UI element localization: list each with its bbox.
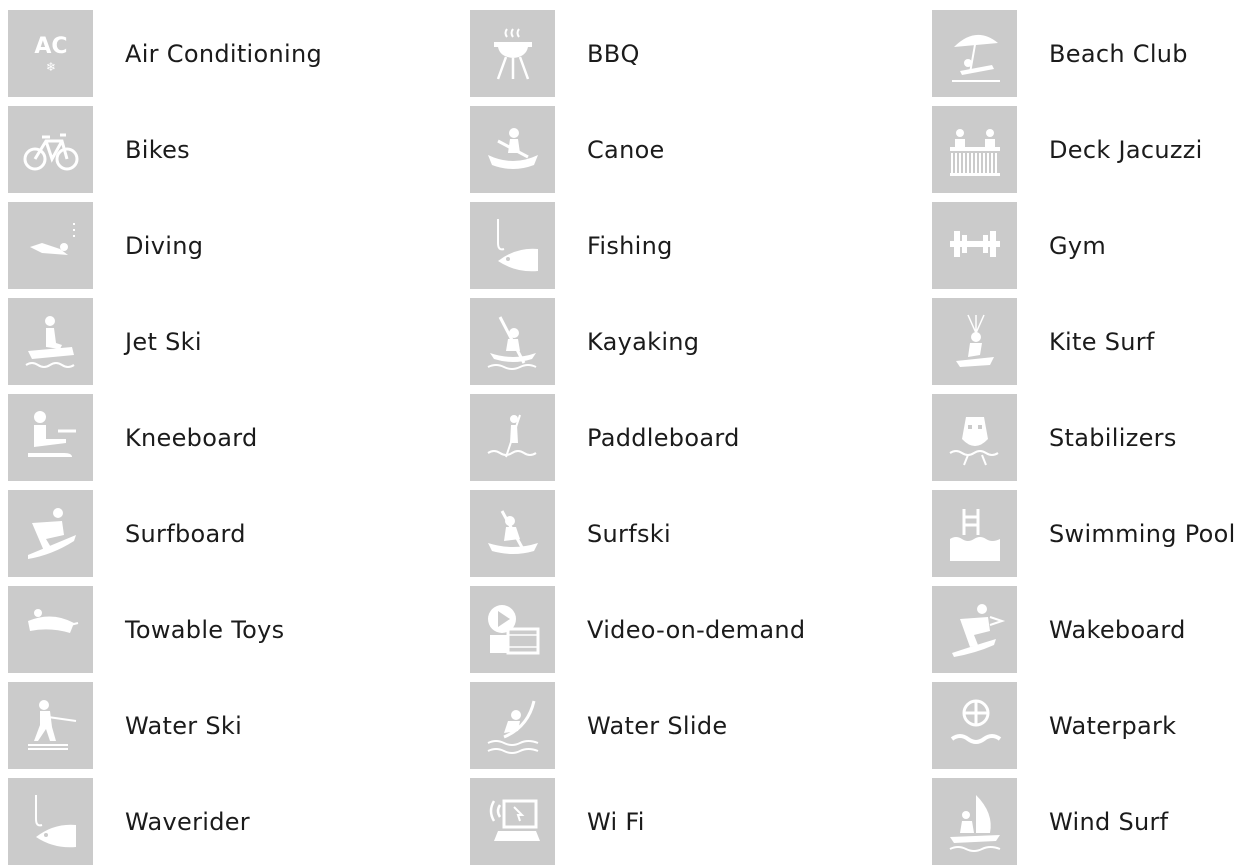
amenity-item-stabilizers: Stabilizers [932, 394, 1260, 481]
amenity-item-surfboard: Surfboard [8, 490, 428, 577]
amenity-label: Wakeboard [1049, 615, 1186, 644]
waterpark-icon [932, 682, 1017, 769]
amenity-label: Kayaking [587, 327, 700, 356]
wakeboard-icon [932, 586, 1017, 673]
amenity-label: Swimming Pool [1049, 519, 1236, 548]
amenity-label: Wind Surf [1049, 807, 1169, 836]
svg-text:AC: AC [34, 34, 67, 59]
amenity-item-kite-surf: Kite Surf [932, 298, 1260, 385]
air-conditioning-icon: AC ❄ [8, 10, 93, 97]
amenity-label: Stabilizers [1049, 423, 1177, 452]
amenity-item-bikes: Bikes [8, 106, 428, 193]
amenity-item-kneeboard: Kneeboard [8, 394, 428, 481]
amenity-label: Kneeboard [125, 423, 258, 452]
amenity-item-bbq: BBQ [470, 10, 890, 97]
beach-club-icon [932, 10, 1017, 97]
bike-icon [8, 106, 93, 193]
amenity-item-kayaking: Kayaking [470, 298, 890, 385]
towable-toys-icon [8, 586, 93, 673]
amenity-item-water-ski: Water Ski [8, 682, 428, 769]
amenity-item-video-on-demand: Video-on-demand [470, 586, 890, 673]
diving-icon [8, 202, 93, 289]
amenity-item-canoe: Canoe [470, 106, 890, 193]
amenity-label: Canoe [587, 135, 665, 164]
swimming-pool-icon [932, 490, 1017, 577]
amenity-label: Gym [1049, 231, 1107, 260]
kite-surf-icon [932, 298, 1017, 385]
jet-ski-icon [8, 298, 93, 385]
amenity-label: Towable Toys [125, 615, 285, 644]
amenity-label: Wi Fi [587, 807, 645, 836]
amenity-item-fishing: Fishing [470, 202, 890, 289]
amenities-grid: AC ❄ Air Conditioning BBQ Beach Club Bikes Can… [8, 10, 1260, 865]
canoe-icon [470, 106, 555, 193]
amenity-label: Kite Surf [1049, 327, 1155, 356]
amenity-label: Jet Ski [125, 327, 202, 356]
amenity-item-surfski: Surfski [470, 490, 890, 577]
amenity-item-wakeboard: Wakeboard [932, 586, 1260, 673]
amenity-item-water-slide: Water Slide [470, 682, 890, 769]
amenity-item-wi-fi: Wi Fi [470, 778, 890, 865]
amenity-label: Diving [125, 231, 204, 260]
water-slide-icon [470, 682, 555, 769]
bbq-icon [470, 10, 555, 97]
fishing-icon [470, 202, 555, 289]
amenity-label: Waverider [125, 807, 250, 836]
amenity-item-waterpark: Waterpark [932, 682, 1260, 769]
amenity-label: Air Conditioning [125, 39, 323, 68]
wifi-icon [470, 778, 555, 865]
amenity-label: Waterpark [1049, 711, 1177, 740]
water-ski-icon [8, 682, 93, 769]
amenity-item-towable-toys: Towable Toys [8, 586, 428, 673]
svg-text:❄: ❄ [45, 60, 55, 74]
amenity-label: Beach Club [1049, 39, 1188, 68]
paddleboard-icon [470, 394, 555, 481]
video-on-demand-icon [470, 586, 555, 673]
surfski-icon [470, 490, 555, 577]
amenity-label: Fishing [587, 231, 673, 260]
stabilizers-icon [932, 394, 1017, 481]
kneeboard-icon [8, 394, 93, 481]
amenity-label: Paddleboard [587, 423, 740, 452]
amenity-item-air-conditioning: AC ❄ Air Conditioning [8, 10, 428, 97]
amenity-item-gym: Gym [932, 202, 1260, 289]
amenity-item-beach-club: Beach Club [932, 10, 1260, 97]
amenity-item-swimming-pool: Swimming Pool [932, 490, 1260, 577]
amenity-item-wind-surf: Wind Surf [932, 778, 1260, 865]
amenity-label: Water Ski [125, 711, 243, 740]
amenity-label: Video-on-demand [587, 615, 806, 644]
surfboard-icon [8, 490, 93, 577]
amenity-label: Bikes [125, 135, 190, 164]
amenity-label: Water Slide [587, 711, 728, 740]
amenity-item-paddleboard: Paddleboard [470, 394, 890, 481]
amenity-label: Deck Jacuzzi [1049, 135, 1203, 164]
amenity-label: Surfski [587, 519, 671, 548]
gym-icon [932, 202, 1017, 289]
amenity-item-diving: Diving [8, 202, 428, 289]
waverider-icon [8, 778, 93, 865]
amenity-item-deck-jacuzzi: Deck Jacuzzi [932, 106, 1260, 193]
amenity-item-waverider: Waverider [8, 778, 428, 865]
wind-surf-icon [932, 778, 1017, 865]
amenity-label: BBQ [587, 39, 640, 68]
amenity-label: Surfboard [125, 519, 246, 548]
kayaking-icon [470, 298, 555, 385]
amenity-item-jet-ski: Jet Ski [8, 298, 428, 385]
deck-jacuzzi-icon [932, 106, 1017, 193]
